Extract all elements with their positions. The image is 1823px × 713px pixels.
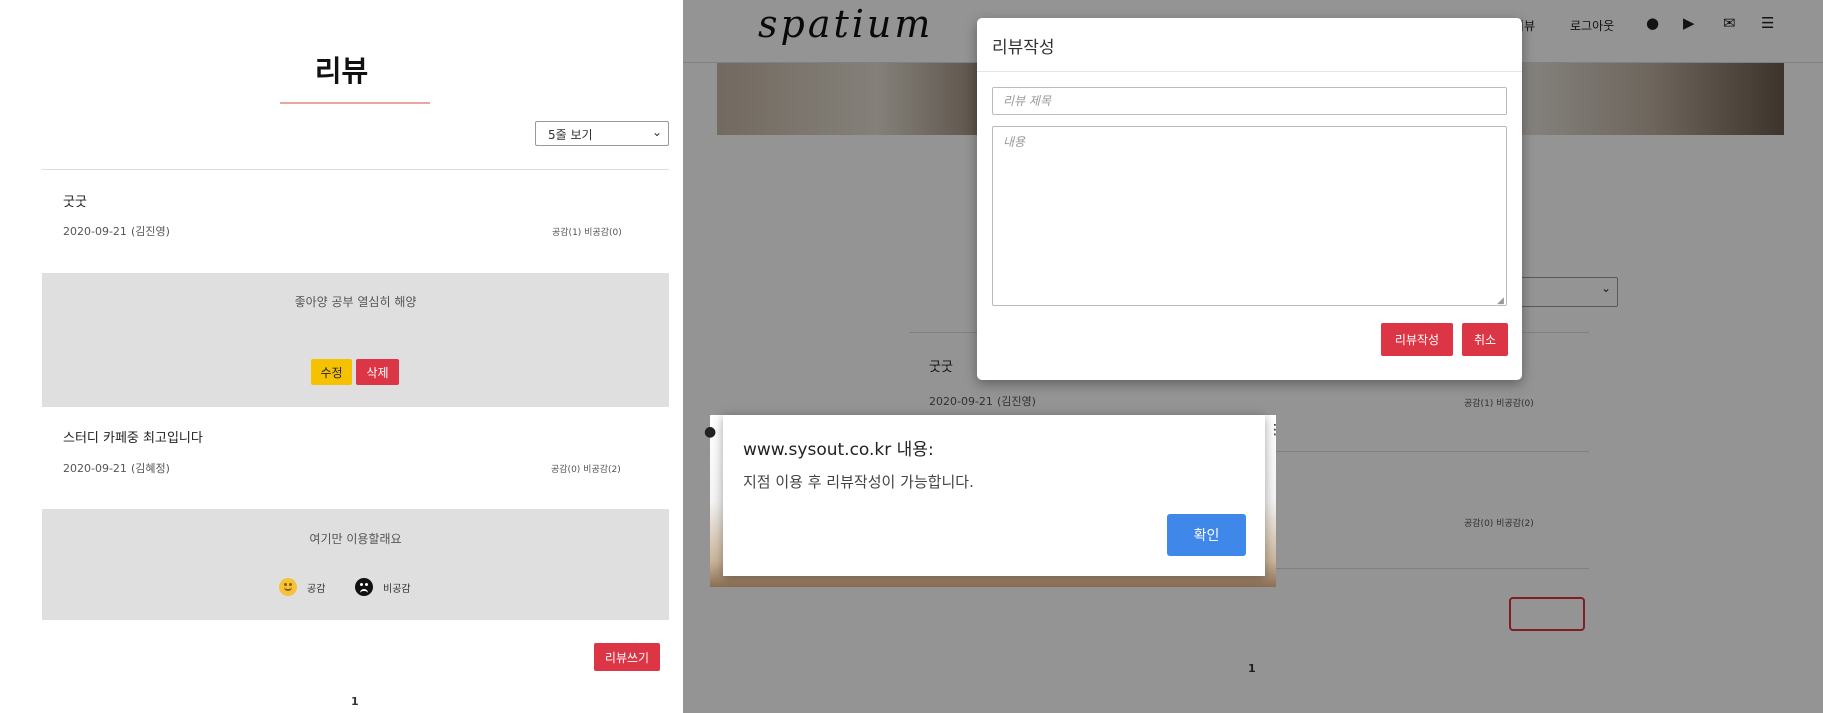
like-button[interactable]: 공감 [279, 578, 325, 596]
review-author: (김진영) [130, 225, 170, 238]
review-content-textarea[interactable] [992, 126, 1507, 306]
review-title[interactable]: 스터디 카페중 최고입니다 [63, 427, 203, 446]
alert-ok-button[interactable]: 확인 [1167, 514, 1246, 556]
review-date: 2020-09-21 [63, 462, 127, 475]
dots-icon: ⋮ [1268, 422, 1282, 438]
dislike-button[interactable]: 비공감 [355, 578, 411, 596]
arrow-icon: ● [704, 424, 717, 440]
review-content: 좋아양 공부 열심히 해양 [294, 295, 417, 309]
vote-counts: 공감(0) 비공감(2) [551, 465, 621, 475]
dislike-label: 비공감 [383, 583, 411, 595]
edit-button[interactable]: 수정 [311, 359, 352, 385]
like-label: 공감 [307, 583, 326, 595]
review-title[interactable]: 굿굿 [63, 191, 87, 210]
delete-button[interactable]: 삭제 [356, 359, 399, 385]
rows-per-page-value: 5줄 보기 [548, 128, 593, 142]
page-title: 리뷰 [314, 54, 369, 88]
review-meta: 2020-09-21 (김진영) [63, 223, 170, 239]
review-content-box: 좋아양 공부 열심히 해양 수정 삭제 [42, 273, 669, 407]
resize-handle-icon[interactable]: ◢ [1497, 296, 1504, 306]
alert-title: www.sysout.co.kr 내용: [743, 440, 934, 460]
review-date: 2020-09-21 [63, 225, 127, 238]
review-content: 여기만 이용할래요 [309, 532, 402, 546]
modal-header: 리뷰작성 [977, 18, 1522, 72]
smile-icon [279, 578, 297, 596]
rows-per-page-select[interactable]: 5줄 보기 ⌄ [535, 121, 669, 146]
review-content-box: 여기만 이용할래요 공감 비공감 [42, 509, 669, 620]
review-meta: 2020-09-21 (김혜정) [63, 460, 170, 476]
submit-review-button[interactable]: 리뷰작성 [1381, 323, 1453, 356]
review-author: (김혜정) [130, 462, 170, 475]
divider [42, 169, 669, 170]
write-review-button[interactable]: 리뷰쓰기 [594, 643, 660, 671]
frown-icon [355, 578, 373, 596]
cancel-button[interactable]: 취소 [1462, 323, 1508, 356]
chevron-down-icon: ⌄ [651, 125, 662, 139]
browser-alert-dialog: www.sysout.co.kr 내용: 지점 이용 후 리뷰작성이 가능합니다… [723, 415, 1265, 576]
review-title-input[interactable] [992, 87, 1507, 115]
review-write-modal: 리뷰작성 ◢ 리뷰작성 취소 [977, 18, 1522, 380]
review-page-left: 리뷰 5줄 보기 ⌄ 굿굿 2020-09-21 (김진영) 공감(1) 비공감(… [0, 0, 683, 713]
title-underline [280, 102, 430, 104]
vote-counts: 공감(1) 비공감(0) [552, 228, 622, 238]
review-page-right: spatium 리뷰 로그아웃 ● ▶ ✉ ☰ ⌄ 굿굿 2020-09-21(… [683, 0, 1823, 713]
pagination-page[interactable]: 1 [351, 695, 359, 708]
modal-title: 리뷰작성 [992, 38, 1055, 58]
alert-message: 지점 이용 후 리뷰작성이 가능합니다. [743, 473, 974, 491]
